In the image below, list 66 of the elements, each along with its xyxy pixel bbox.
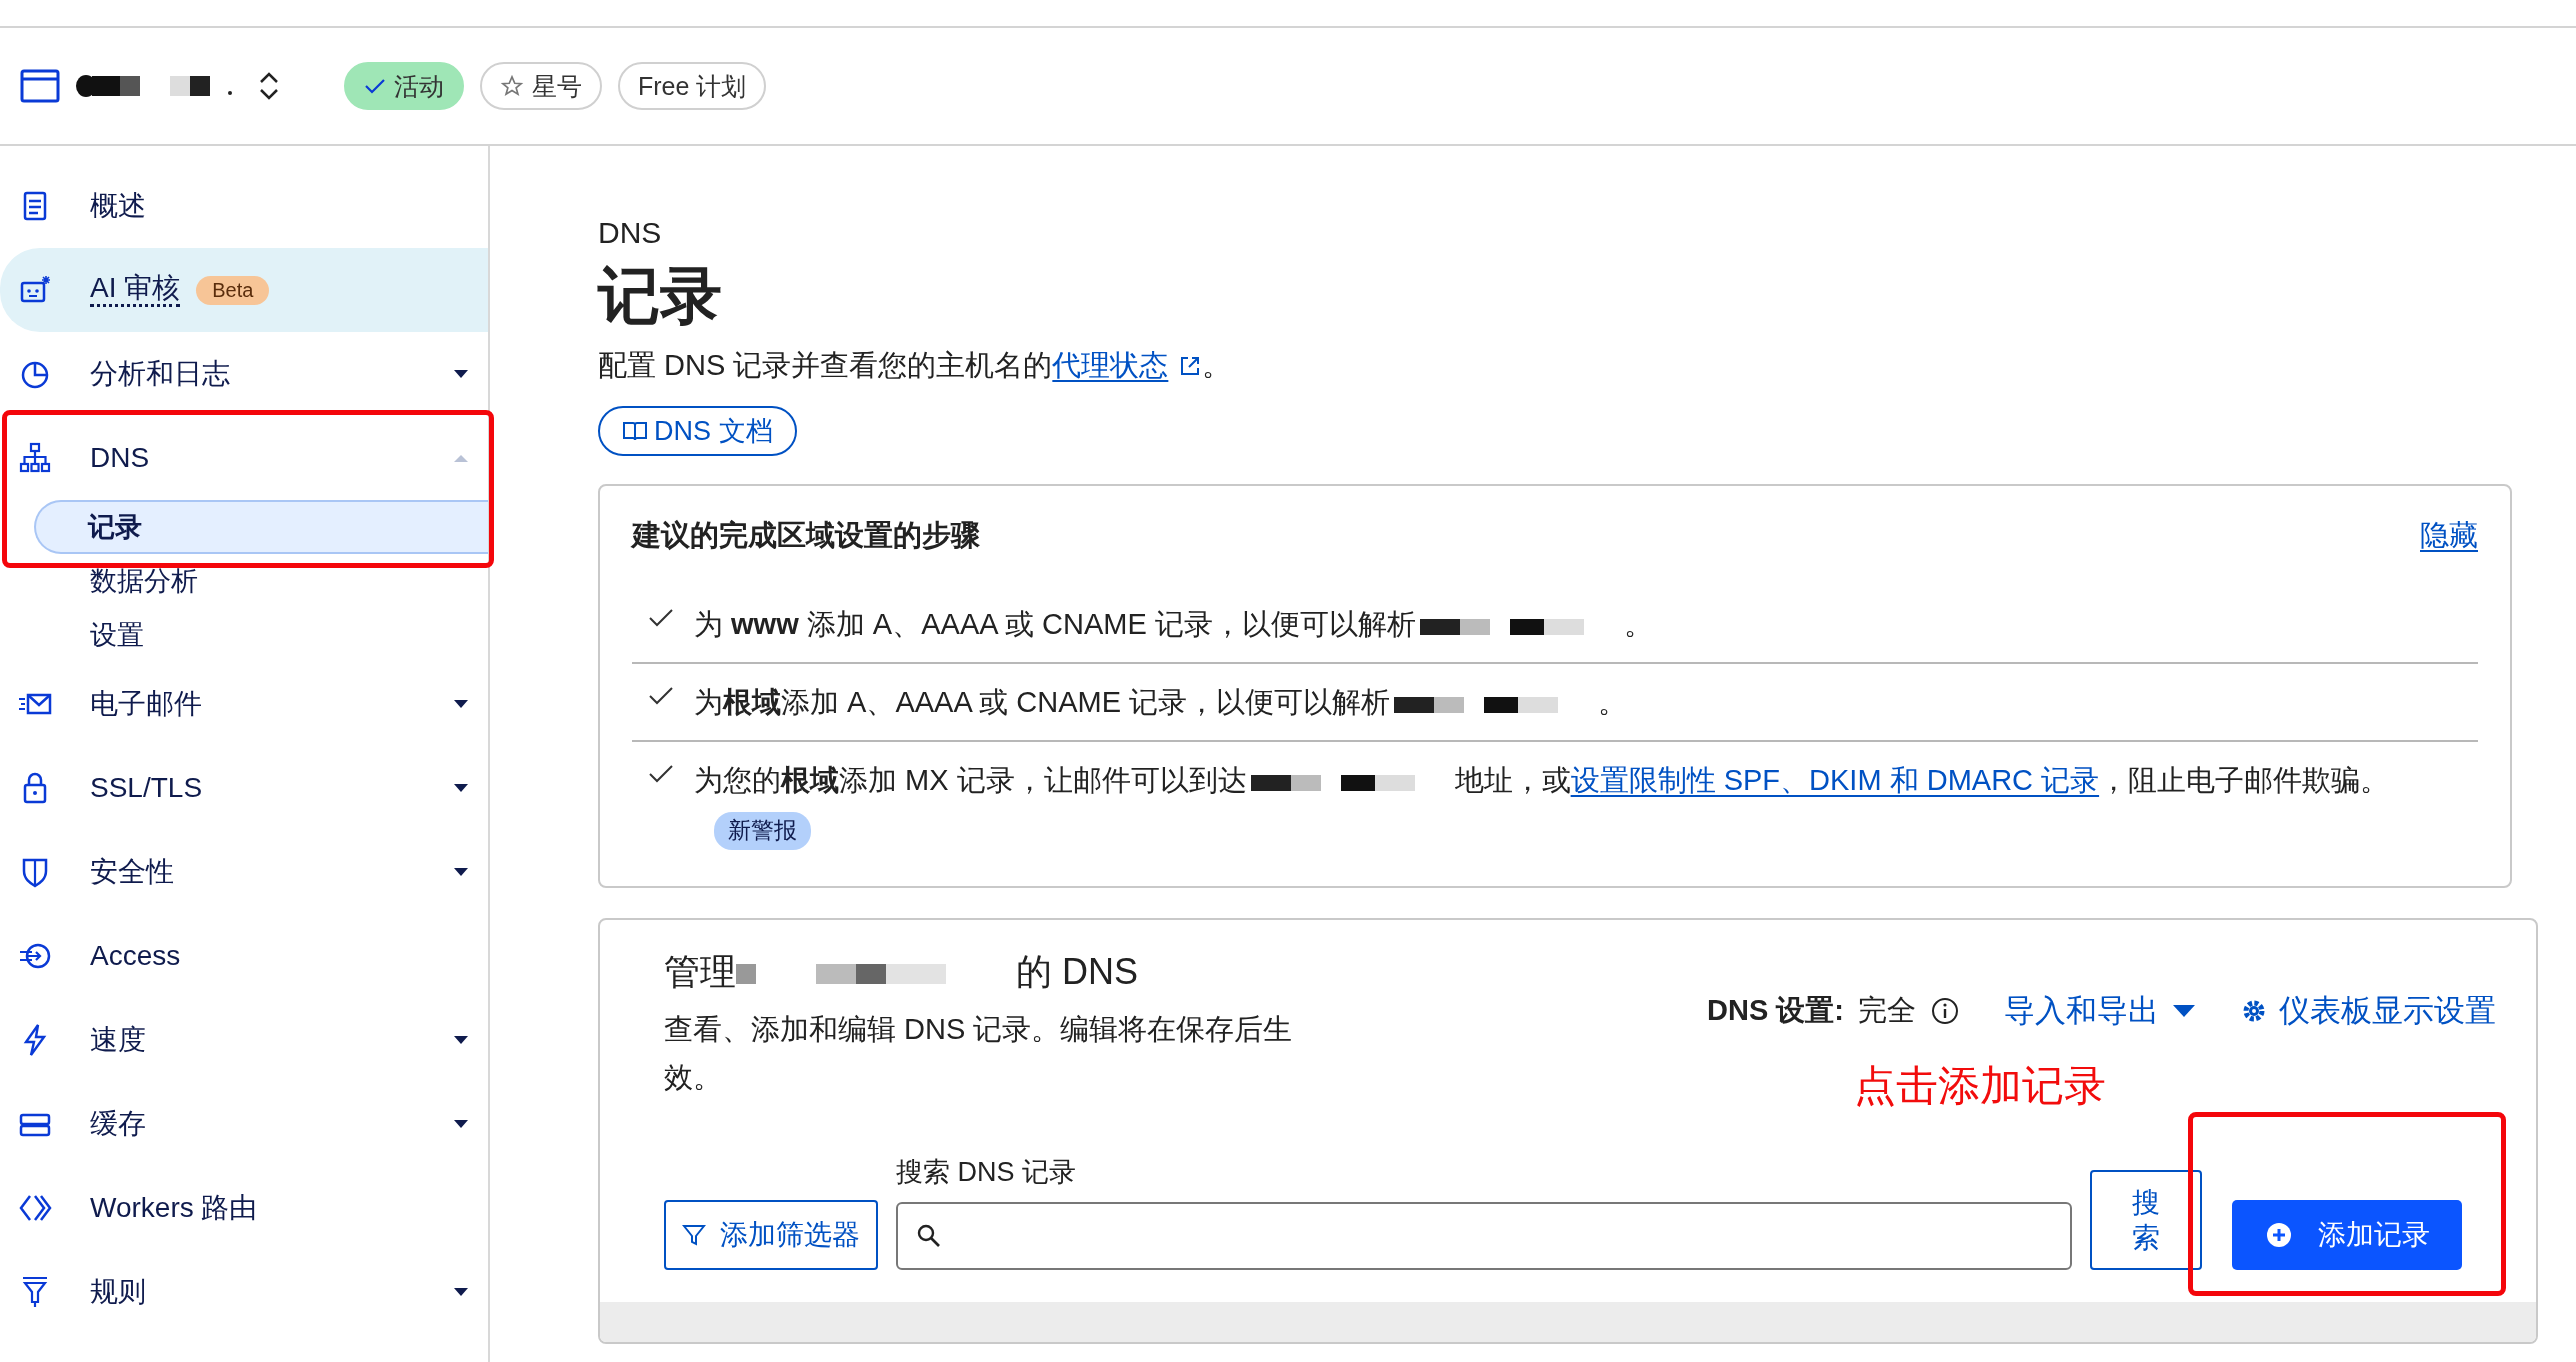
page-description: 配置 DNS 记录并查看您的主机名的: [598, 348, 1053, 383]
card-title: 管理: [664, 950, 736, 994]
star-button[interactable]: 星号: [480, 62, 602, 110]
search-button[interactable]: 搜索: [2090, 1170, 2202, 1270]
caret-icon[interactable]: [452, 368, 470, 380]
search-field[interactable]: [896, 1202, 2072, 1270]
info-icon[interactable]: [1930, 996, 1960, 1026]
sidebar-subitem[interactable]: 设置: [36, 608, 488, 662]
caret-icon[interactable]: [452, 866, 470, 878]
search-icon: [916, 1223, 942, 1249]
card-description: 查看、添加和编辑 DNS 记录。编辑将在保存后生效。: [664, 1012, 1294, 1095]
spf-dkim-dmarc-link[interactable]: 设置限制性 SPF、DKIM 和 DMARC 记录: [1570, 764, 2100, 796]
add-filter-button[interactable]: 添加筛选器: [664, 1200, 878, 1270]
proxy-status-link[interactable]: 代理状态: [1052, 346, 1169, 386]
plan-badge: Free 计划: [618, 62, 767, 110]
sidebar-item[interactable]: AI 审核 Beta: [0, 248, 488, 332]
annotation-text: 点击添加记录: [1854, 1061, 2106, 1111]
check-icon: [648, 686, 674, 706]
network-icon: [18, 441, 52, 475]
hide-link[interactable]: 隐藏: [2420, 516, 2478, 556]
import-export-button[interactable]: 导入和导出: [2004, 990, 2197, 1032]
add-record-button[interactable]: 添加记录: [2232, 1200, 2462, 1270]
card-title-suffix: 的 DNS: [1016, 950, 1138, 994]
sidebar-item[interactable]: 缓存: [0, 1082, 488, 1166]
punctuation-text: 。: [1202, 348, 1232, 383]
status-badge: 活动: [344, 62, 464, 110]
sidebar-item[interactable]: Workers 路由: [0, 1166, 488, 1250]
check-icon: [364, 77, 386, 95]
sidebar-item[interactable]: DNS: [0, 416, 488, 500]
search-label: 搜索 DNS 记录: [896, 1156, 1077, 1189]
star-icon: [500, 75, 524, 97]
caret-icon[interactable]: [452, 1034, 470, 1046]
page-title: 记录: [598, 260, 723, 332]
gear-icon: [2241, 998, 2267, 1024]
caret-icon[interactable]: [452, 1118, 470, 1130]
step-text: 为根域添加 A、AAAA 或 CNAME 记录，以便可以解析 。: [694, 685, 1628, 720]
caret-icon[interactable]: [452, 698, 470, 710]
caret-icon: [2171, 1003, 2197, 1019]
caret-icon[interactable]: [452, 1286, 470, 1298]
book-icon: [622, 419, 648, 443]
sidebar-subitem[interactable]: 记录: [34, 500, 488, 554]
sidebar-item[interactable]: 概述: [0, 164, 488, 248]
dashboard-settings-button[interactable]: 仪表板显示设置: [2241, 990, 2496, 1032]
new-alert-badge: 新警报: [714, 812, 811, 850]
sidebar-item[interactable]: Access: [0, 914, 488, 998]
sidebar-item[interactable]: 分析和日志: [0, 332, 488, 416]
step-text: 为 www 添加 A、AAAA 或 CNAME 记录，以便可以解析 。: [694, 607, 1653, 642]
section-label: DNS: [598, 216, 663, 250]
dns-setting-label: DNS 设置:: [1707, 993, 1844, 1028]
caret-icon[interactable]: [452, 782, 470, 794]
funnel-icon: [682, 1223, 706, 1247]
check-icon: [648, 764, 674, 784]
card-title: 建议的完成区域设置的步骤: [632, 518, 980, 553]
check-icon: [648, 608, 674, 628]
beta-badge: Beta: [196, 275, 270, 305]
sidebar-item[interactable]: SSL/TLS: [0, 746, 488, 830]
sidebar-subitem[interactable]: 数据分析: [36, 554, 488, 608]
plus-circle-icon: [2264, 1220, 2294, 1250]
dns-docs-button[interactable]: DNS 文档: [598, 406, 797, 456]
step-text: 为您的根域添加 MX 记录，让邮件可以到达 地址，或设置限制性 SPF、DKIM 和 DMARC 记录，阻止电子邮件欺骗。 新警报: [694, 756, 2478, 852]
browser-window-icon: [20, 69, 60, 103]
dns-setting-value: 完全: [1858, 993, 1916, 1028]
sidebar-item[interactable]: 速度: [0, 998, 488, 1082]
sidebar-item[interactable]: 电子邮件: [0, 662, 488, 746]
sidebar-item[interactable]: 安全性: [0, 830, 488, 914]
sidebar-item[interactable]: 规则: [0, 1250, 488, 1334]
